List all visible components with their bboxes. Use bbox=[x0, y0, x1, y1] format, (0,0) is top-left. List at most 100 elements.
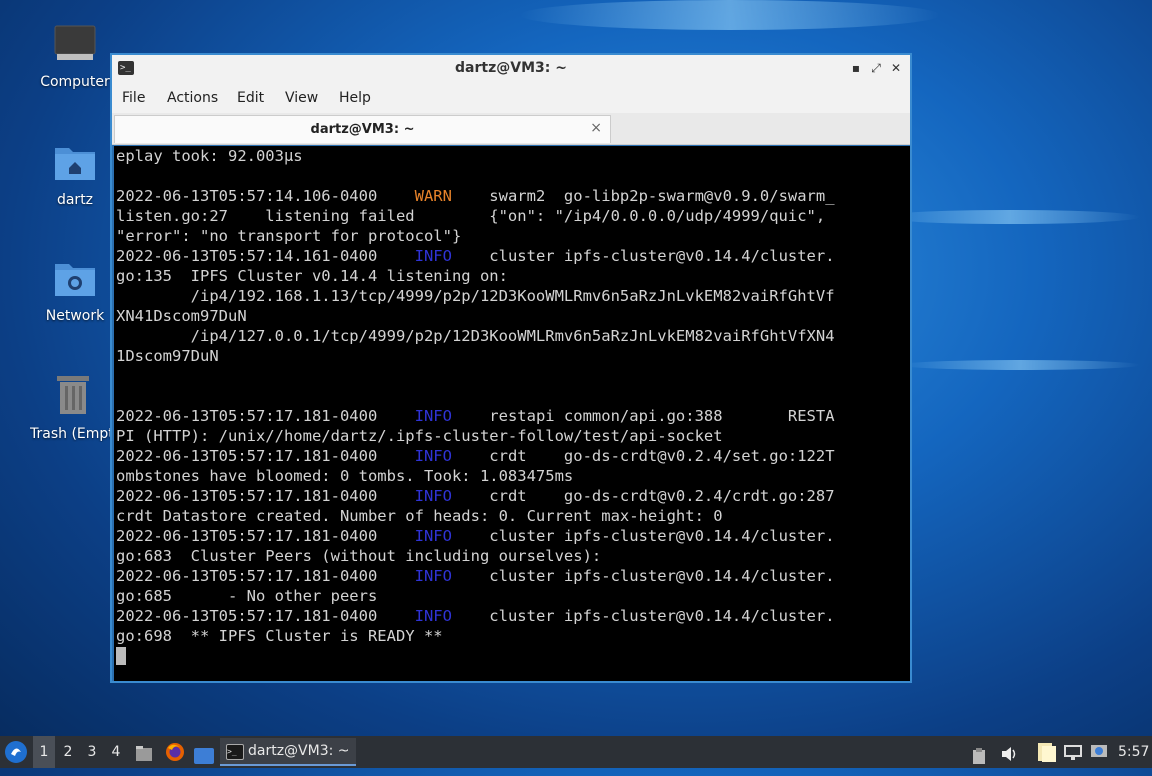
computer-icon bbox=[30, 24, 120, 68]
terminal-line: go:698 ** IPFS Cluster is READY ** bbox=[114, 626, 910, 646]
terminal-line: eplay took: 92.003μs bbox=[114, 146, 910, 166]
terminal-line: "error": "no transport for protocol"} bbox=[114, 226, 910, 246]
terminal-text: "error": "no transport for protocol"} bbox=[116, 227, 462, 245]
terminal-text: 2022-06-13T05:57:17.181-0400 bbox=[116, 607, 415, 625]
text-cursor bbox=[116, 647, 126, 665]
terminal-line: 1Dscom97DuN bbox=[114, 346, 910, 366]
desktop-icon-label: Network bbox=[45, 308, 105, 324]
terminal-line: go:685 - No other peers bbox=[114, 586, 910, 606]
terminal-text: 2022-06-13T05:57:17.181-0400 bbox=[116, 487, 415, 505]
log-level-info: INFO bbox=[414, 247, 452, 265]
terminal-text: eplay took: 92.003μs bbox=[116, 147, 303, 165]
menu-view[interactable]: View bbox=[285, 90, 318, 106]
desktop-icon-computer[interactable]: Computer bbox=[30, 24, 120, 90]
taskbar: 1 2 3 4 >_ dartz@VM3: ~ 5:57 bbox=[0, 736, 1152, 768]
terminal-line: XN41Dscom97DuN bbox=[114, 306, 910, 326]
clock[interactable]: 5:57 bbox=[1118, 736, 1149, 768]
terminal-line: 2022-06-13T05:57:17.181-0400 INFO crdt g… bbox=[114, 446, 910, 466]
terminal-text: 2022-06-13T05:57:17.181-0400 bbox=[116, 527, 415, 545]
desktop-icon-network[interactable]: Network bbox=[30, 258, 120, 324]
terminal-text: go:135 IPFS Cluster v0.14.4 listening on… bbox=[116, 267, 508, 285]
notes-icon[interactable] bbox=[1035, 741, 1057, 763]
volume-icon[interactable] bbox=[1000, 743, 1018, 761]
maximize-button[interactable]: ⤢ bbox=[868, 60, 884, 76]
terminal-line: /ip4/127.0.0.1/tcp/4999/p2p/12D3KooWMLRm… bbox=[114, 326, 910, 346]
terminal-text: go:698 ** IPFS Cluster is READY ** bbox=[116, 627, 443, 645]
log-level-info: INFO bbox=[414, 407, 452, 425]
tab-bar: dartz@VM3: ~ × bbox=[112, 113, 910, 145]
terminal-line: go:135 IPFS Cluster v0.14.4 listening on… bbox=[114, 266, 910, 286]
network-folder-icon bbox=[30, 258, 120, 302]
terminal-line: crdt Datastore created. Number of heads:… bbox=[114, 506, 910, 526]
terminal-output[interactable]: eplay took: 92.003μs 2022-06-13T05:57:14.… bbox=[114, 146, 910, 681]
window-title: dartz@VM3: ~ bbox=[455, 60, 567, 76]
terminal-text: cluster ipfs-cluster@v0.14.4/cluster. bbox=[451, 527, 835, 545]
tab-terminal[interactable]: dartz@VM3: ~ × bbox=[114, 115, 611, 143]
terminal-text: PI (HTTP): /unix//home/dartz/.ipfs-clust… bbox=[116, 427, 723, 445]
network-status-icon[interactable] bbox=[1063, 742, 1083, 762]
start-menu-icon[interactable] bbox=[4, 740, 28, 764]
terminal-line: 2022-06-13T05:57:17.181-0400 INFO cluste… bbox=[114, 526, 910, 546]
terminal-text: go:683 Cluster Peers (without including … bbox=[116, 547, 602, 565]
taskbar-terminal-button[interactable]: >_ dartz@VM3: ~ bbox=[220, 738, 356, 766]
terminal-prompt-line[interactable] bbox=[114, 646, 910, 666]
terminal-text: cluster ipfs-cluster@v0.14.4/cluster. bbox=[451, 607, 835, 625]
workspace-2[interactable]: 2 bbox=[57, 736, 79, 768]
desktop-icon-label: dartz bbox=[56, 192, 94, 208]
menubar: File Actions Edit View Help bbox=[112, 83, 910, 114]
log-level-warn: WARN bbox=[414, 187, 452, 205]
terminal-line: 2022-06-13T05:57:14.161-0400 INFO cluste… bbox=[114, 246, 910, 266]
window-titlebar[interactable]: >_ dartz@VM3: ~ ▪ ⤢ ✕ bbox=[112, 55, 910, 83]
menu-edit[interactable]: Edit bbox=[237, 90, 264, 106]
terminal-text: ombstones have bloomed: 0 tombs. Took: 1… bbox=[116, 467, 574, 485]
desktop-icon-label: Computer bbox=[40, 74, 110, 90]
close-button[interactable]: ✕ bbox=[888, 60, 904, 76]
home-folder-icon bbox=[30, 142, 120, 186]
desktop-icon-trash[interactable]: Trash (Empty) bbox=[30, 374, 116, 442]
workspace-4[interactable]: 4 bbox=[105, 736, 127, 768]
minimize-button[interactable]: ▪ bbox=[848, 60, 864, 76]
terminal-text: 2022-06-13T05:57:17.181-0400 bbox=[116, 447, 415, 465]
terminal-text: 2022-06-13T05:57:14.106-0400 bbox=[116, 187, 415, 205]
tab-close-icon[interactable]: × bbox=[590, 120, 602, 136]
terminal-line: 2022-06-13T05:57:17.181-0400 INFO restap… bbox=[114, 406, 910, 426]
terminal-line: 2022-06-13T05:57:17.181-0400 INFO crdt g… bbox=[114, 486, 910, 506]
desktop-icon-label: Trash (Empty) bbox=[30, 426, 116, 442]
workspace-1[interactable]: 1 bbox=[33, 736, 55, 768]
terminal-text: 2022-06-13T05:57:14.161-0400 bbox=[116, 247, 415, 265]
terminal-text: listen.go:27 listening failed {"on": "/i… bbox=[116, 207, 826, 225]
terminal-text: restapi common/api.go:388 RESTA bbox=[451, 407, 835, 425]
firefox-icon[interactable] bbox=[165, 742, 185, 762]
menu-actions[interactable]: Actions bbox=[167, 90, 218, 106]
terminal-text: /ip4/192.168.1.13/tcp/4999/p2p/12D3KooWM… bbox=[116, 287, 835, 305]
terminal-text: go:685 - No other peers bbox=[116, 587, 378, 605]
clipboard-icon[interactable] bbox=[972, 744, 986, 764]
terminal-icon: >_ bbox=[226, 744, 244, 760]
show-desktop-icon[interactable] bbox=[194, 744, 214, 764]
menu-file[interactable]: File bbox=[122, 90, 145, 106]
trash-icon bbox=[30, 374, 116, 420]
menu-help[interactable]: Help bbox=[339, 90, 371, 106]
terminal-line: /ip4/192.168.1.13/tcp/4999/p2p/12D3KooWM… bbox=[114, 286, 910, 306]
desktop-icon-home[interactable]: dartz bbox=[30, 142, 120, 208]
terminal-line: 2022-06-13T05:57:17.181-0400 INFO cluste… bbox=[114, 606, 910, 626]
terminal-text: crdt go-ds-crdt@v0.2.4/crdt.go:287 bbox=[451, 487, 835, 505]
log-level-info: INFO bbox=[414, 567, 452, 585]
wallpaper-streak bbox=[520, 0, 940, 30]
terminal-window: >_ dartz@VM3: ~ ▪ ⤢ ✕ File Actions Edit … bbox=[110, 53, 912, 683]
terminal-line: go:683 Cluster Peers (without including … bbox=[114, 546, 910, 566]
terminal-text: cluster ipfs-cluster@v0.14.4/cluster. bbox=[451, 567, 835, 585]
log-level-info: INFO bbox=[414, 527, 452, 545]
tab-label: dartz@VM3: ~ bbox=[310, 122, 415, 137]
taskbar-task-label: dartz@VM3: ~ bbox=[248, 743, 350, 759]
notification-icon[interactable] bbox=[1090, 742, 1108, 762]
terminal-line: 2022-06-13T05:57:17.181-0400 INFO cluste… bbox=[114, 566, 910, 586]
terminal-line: 2022-06-13T05:57:14.106-0400 WARN swarm2… bbox=[114, 186, 910, 206]
file-manager-icon[interactable] bbox=[135, 743, 153, 761]
terminal-text: swarm2 go-libp2p-swarm@v0.9.0/swarm_ bbox=[451, 187, 835, 205]
wallpaper-streak bbox=[880, 210, 1140, 224]
terminal-text: 2022-06-13T05:57:17.181-0400 bbox=[116, 407, 415, 425]
workspace-3[interactable]: 3 bbox=[81, 736, 103, 768]
